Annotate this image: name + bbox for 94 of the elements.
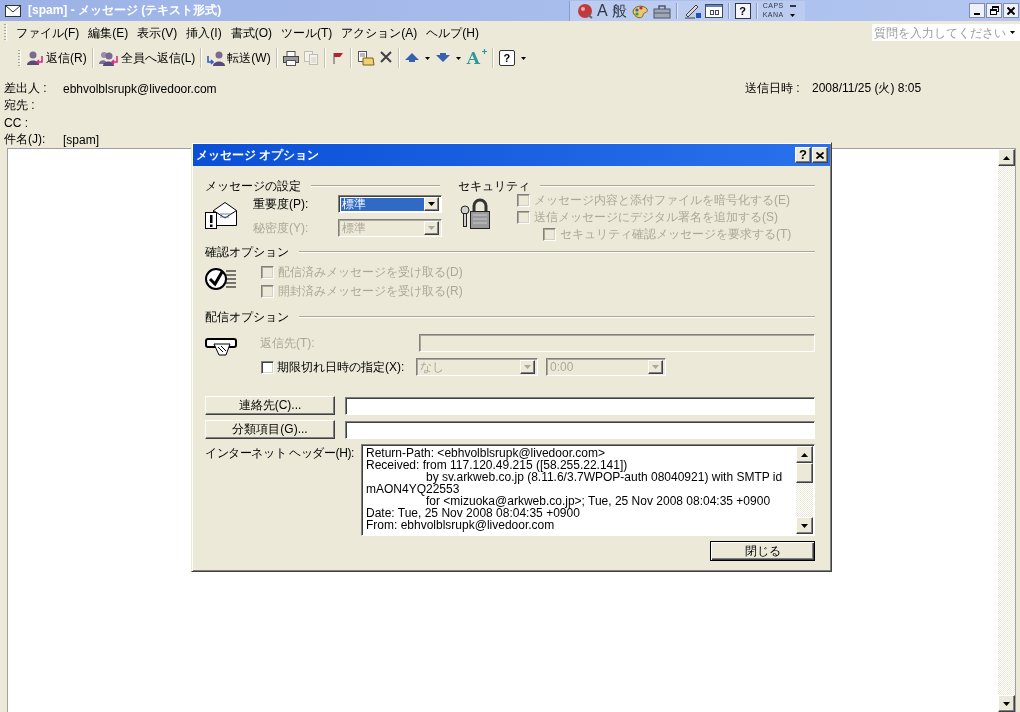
card-slot-icon [205,337,237,357]
arrow-person-icon [207,50,226,66]
menu-item[interactable]: ヘルプ(H) [422,23,483,42]
checkbox-label: 配信済みメッセージを受け取る(D) [278,264,463,281]
restore-button[interactable] [986,3,1002,18]
toolbar-button[interactable]: 全員へ返信(L) [96,47,198,69]
flag-icon [330,50,345,66]
input-mode-button[interactable]: A [597,1,608,20]
section-heading: 確認オプション [205,245,289,259]
close-button[interactable] [1003,3,1019,18]
scrollbar-thumb[interactable] [796,463,813,483]
plus-icon [481,49,487,54]
field-label: 件名(J): [3,131,47,148]
scroll-up-button[interactable] [796,446,813,463]
menu-item[interactable]: ツール(T) [277,23,337,42]
minimize-icon[interactable] [789,5,796,7]
dropdown-field[interactable]: 標準 [338,195,442,213]
caret-icon [455,56,461,60]
grip-handle[interactable] [4,24,7,41]
headers-text-field[interactable]: Return-Path: <ebhvolblsrupk@livedoor.com> Received: from 117.120.49.215 ([58.255.22.141]) by sv.arkweb.co.jp (8.11.6/3.7WPOP-auth 08040921) with SMTP id mAON4YQ22553 for <mizuoka@arkweb.co.jp>; Tue, 25 Nov 2008 08:04:35 +0900 Date: Tue, 25 Nov 2008 08:04:35 +0900 From: ebhvolblsrupk@livedoor.com [361,444,815,536]
field-value: ebhvolblsrupk@livedoor.com [63,81,218,96]
scroll-up-button[interactable] [998,149,1015,166]
checkbox-label: 開封済みメッセージを受け取る(R) [278,283,463,300]
caret-icon[interactable] [1010,31,1015,34]
toolbar-button[interactable]: 転送(W) [205,47,273,69]
field-label: 宛先 : [3,97,36,114]
field-value: 2008/11/25 (火) 8:05 [812,80,922,97]
padlock-icon [460,196,490,230]
caret-icon[interactable] [789,13,795,17]
minimize-button[interactable] [969,3,985,18]
restore-icon [989,6,999,15]
dialog-title: メッセージ オプション [196,146,320,164]
field-label: 秘密度(Y): [253,219,310,237]
grip-handle[interactable] [18,49,21,67]
menu-item[interactable]: 表示(V) [133,23,182,42]
palette-icon[interactable] [630,2,649,19]
up-arrow-icon [1003,155,1010,160]
field-label: 差出人 : [3,80,48,97]
field-value: [spam] [63,132,100,147]
down-arrow-icon [801,523,808,528]
section-heading: 配信オプション [205,310,289,324]
checkbox[interactable] [261,360,274,374]
down-arrow-icon [1003,701,1010,706]
scrollbar[interactable] [998,149,1015,712]
field-label: 送信日時 : [745,80,801,97]
menu-item[interactable]: 書式(O) [226,23,276,42]
caret-icon [520,56,526,60]
help-button[interactable]: ? [795,147,811,163]
caret-icon [524,365,531,369]
menu-item[interactable]: アクション(A) [337,23,422,42]
up-arrow-icon [801,452,808,457]
field-label: 返信先(T): [260,334,316,352]
field-label: 重要度(P): [253,195,310,213]
toolbox-icon[interactable] [652,2,671,19]
minimize-icon [974,13,980,15]
scrollbar[interactable] [796,446,813,534]
help-search-field[interactable]: 質問を入力してください [872,24,1020,41]
printer-icon [282,50,299,66]
help-button[interactable]: ? [734,2,751,19]
menu-item[interactable]: 挿入(I) [182,23,226,42]
two-people-arrow-icon [98,50,119,66]
section-heading: メッセージの設定 [205,179,301,193]
envelope-icon [5,4,21,17]
ball-icon[interactable] [577,2,593,19]
window-title: [spam] - メッセージ (テキスト形式) [28,2,222,19]
window-icon[interactable] [704,3,723,18]
caret-icon [652,365,659,369]
dropdown-button[interactable] [424,197,439,211]
close-icon [816,151,824,159]
scroll-down-button[interactable] [796,517,813,534]
toolbar-button[interactable]: 返信(R) [24,47,89,69]
menu-item[interactable]: 編集(E) [84,23,133,42]
scroll-down-button[interactable] [998,695,1015,712]
caret-icon [428,226,435,230]
menu-item[interactable]: ファイル(F) [12,23,84,42]
pen-icon[interactable] [682,2,701,19]
person-arrow-icon [26,50,44,66]
categories-field[interactable] [345,420,815,439]
caret-icon [428,202,435,206]
checkbox-label: 期限切れ日時の指定(X): [276,358,406,376]
conversion-mode-button[interactable]: 般 [611,1,627,20]
contacts-field[interactable] [345,396,815,415]
pages-icon [302,50,319,66]
folder-page-icon [356,50,375,66]
contacts-button[interactable]: 連絡先(C)... [205,396,335,415]
field-label: CC : [3,115,29,130]
check-circle-icon [205,267,237,291]
categories-button[interactable]: 分類項目(G)... [205,420,335,439]
close-dialog-button[interactable]: 閉じる [710,541,815,561]
field-label: インターネット ヘッダー(H): [205,445,355,460]
close-icon [1007,6,1015,15]
toolbar-button[interactable]: ? [496,47,530,69]
section-heading: セキュリティ [458,179,530,193]
caret-icon [424,56,430,60]
